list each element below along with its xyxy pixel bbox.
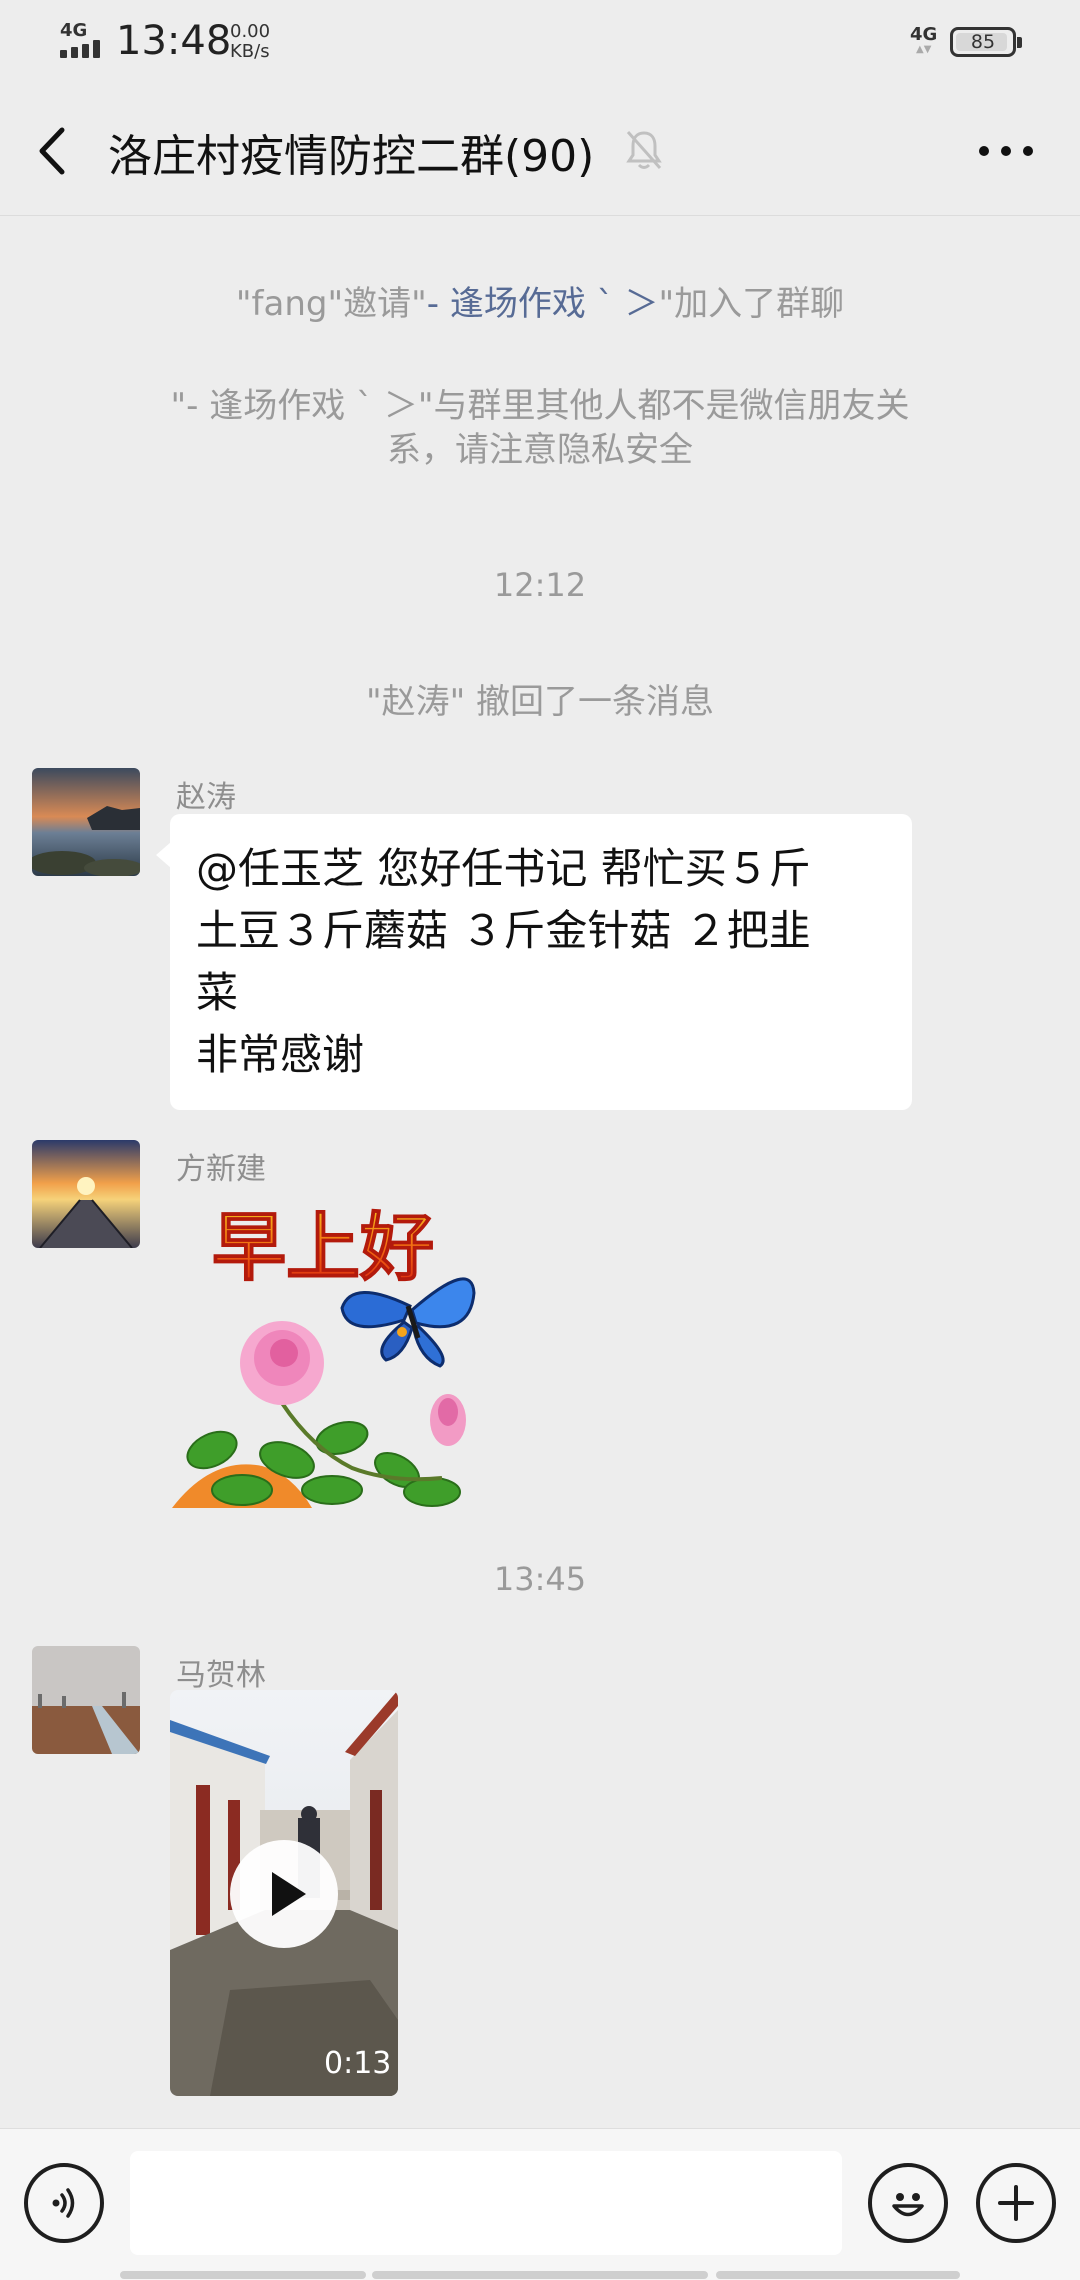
input-bar xyxy=(0,2128,1080,2280)
good-morning-sticker: 早上好 xyxy=(172,1204,476,1508)
battery-icon: 85 xyxy=(950,27,1022,57)
invite-suffix: "加入了群聊 xyxy=(658,284,845,324)
clock: 13:48 xyxy=(116,18,232,64)
system-privacy-notice: "- 逢场作戏 ˋ ＞"与群里其他人都不是微信朋友关 系，请注意隐私安全 xyxy=(0,384,1080,472)
sticker-image[interactable]: 早上好 xyxy=(172,1198,482,1508)
emoji-button[interactable] xyxy=(868,2163,948,2243)
message-line: 非常感谢 xyxy=(196,1030,365,1079)
voice-icon xyxy=(52,2188,75,2218)
sender-name: 赵涛 xyxy=(176,780,236,815)
butterfly-icon xyxy=(340,1277,476,1368)
timestamp: 13:45 xyxy=(493,1560,587,1598)
network-type-right: 4G xyxy=(910,24,938,45)
gesture-bar xyxy=(372,2271,708,2279)
privacy-line-1: "- 逢场作戏 ˋ ＞"与群里其他人都不是微信朋友关 xyxy=(170,386,910,426)
message-bubble[interactable]: @任玉芝 您好任书记 帮忙买５斤 土豆３斤蘑菇 ３斤金针菇 ２把韭 菜 非常感谢 xyxy=(156,814,912,1110)
more-options-icon[interactable] xyxy=(976,144,1036,158)
timestamp: 12:12 xyxy=(493,566,587,604)
sender-name: 马贺林 xyxy=(176,1658,266,1693)
chat-title: 洛庄村疫情防控二群(90) xyxy=(108,131,595,182)
system-invite-message: "fang"邀请"- 逢场作戏 ˋ ＞"加入了群聊 xyxy=(0,282,1080,326)
rosebud-icon xyxy=(430,1394,466,1446)
gesture-bar xyxy=(120,2271,366,2279)
status-bar: 4G 13:48 0.00 KB/s 4G ▲▼ 85 xyxy=(0,0,1080,84)
avatar[interactable] xyxy=(32,1646,140,1754)
back-icon[interactable] xyxy=(34,124,70,178)
message-line: @任玉芝 您好任书记 帮忙买５斤 xyxy=(196,844,811,893)
avatar[interactable] xyxy=(32,768,140,876)
smiley-icon xyxy=(892,2193,924,2217)
rose-icon xyxy=(240,1321,324,1405)
data-arrows-icon: ▲▼ xyxy=(916,44,932,55)
message-line: 土豆３斤蘑菇 ３斤金针菇 ２把韭 xyxy=(196,906,811,955)
avatar[interactable] xyxy=(32,1140,140,1248)
avatar-seascape-image xyxy=(32,768,140,876)
signal-icon xyxy=(60,40,100,58)
video-message[interactable]: 0:13 xyxy=(170,1690,398,2096)
voice-input-button[interactable] xyxy=(24,2163,104,2243)
network-speed-value: 0.00 xyxy=(230,21,271,42)
network-speed-unit: KB/s xyxy=(230,41,270,62)
network-type-left: 4G xyxy=(60,20,88,41)
invite-prefix: "fang"邀请" xyxy=(235,284,427,324)
privacy-line-2: 系，请注意隐私安全 xyxy=(387,430,693,470)
gesture-bar xyxy=(716,2271,960,2279)
avatar-field-image xyxy=(32,1646,140,1754)
sticker-text: 早上好 xyxy=(212,1205,434,1291)
mute-bell-icon xyxy=(626,131,662,169)
system-recall-message: "赵涛" 撤回了一条消息 xyxy=(365,682,715,722)
sender-name: 方新建 xyxy=(176,1152,266,1187)
battery-level: 85 xyxy=(970,31,996,53)
more-functions-button[interactable] xyxy=(976,2163,1056,2243)
invite-name-link[interactable]: - 逢场作戏 ˋ ＞ xyxy=(427,284,659,324)
message-input[interactable] xyxy=(130,2151,842,2255)
avatar-sunset-pier-image xyxy=(32,1140,140,1248)
plus-icon xyxy=(998,2185,1034,2221)
video-duration: 0:13 xyxy=(324,2046,392,2081)
chat-header: 洛庄村疫情防控二群(90) xyxy=(0,84,1080,216)
message-line: 菜 xyxy=(196,968,239,1017)
play-icon[interactable] xyxy=(230,1840,338,1948)
